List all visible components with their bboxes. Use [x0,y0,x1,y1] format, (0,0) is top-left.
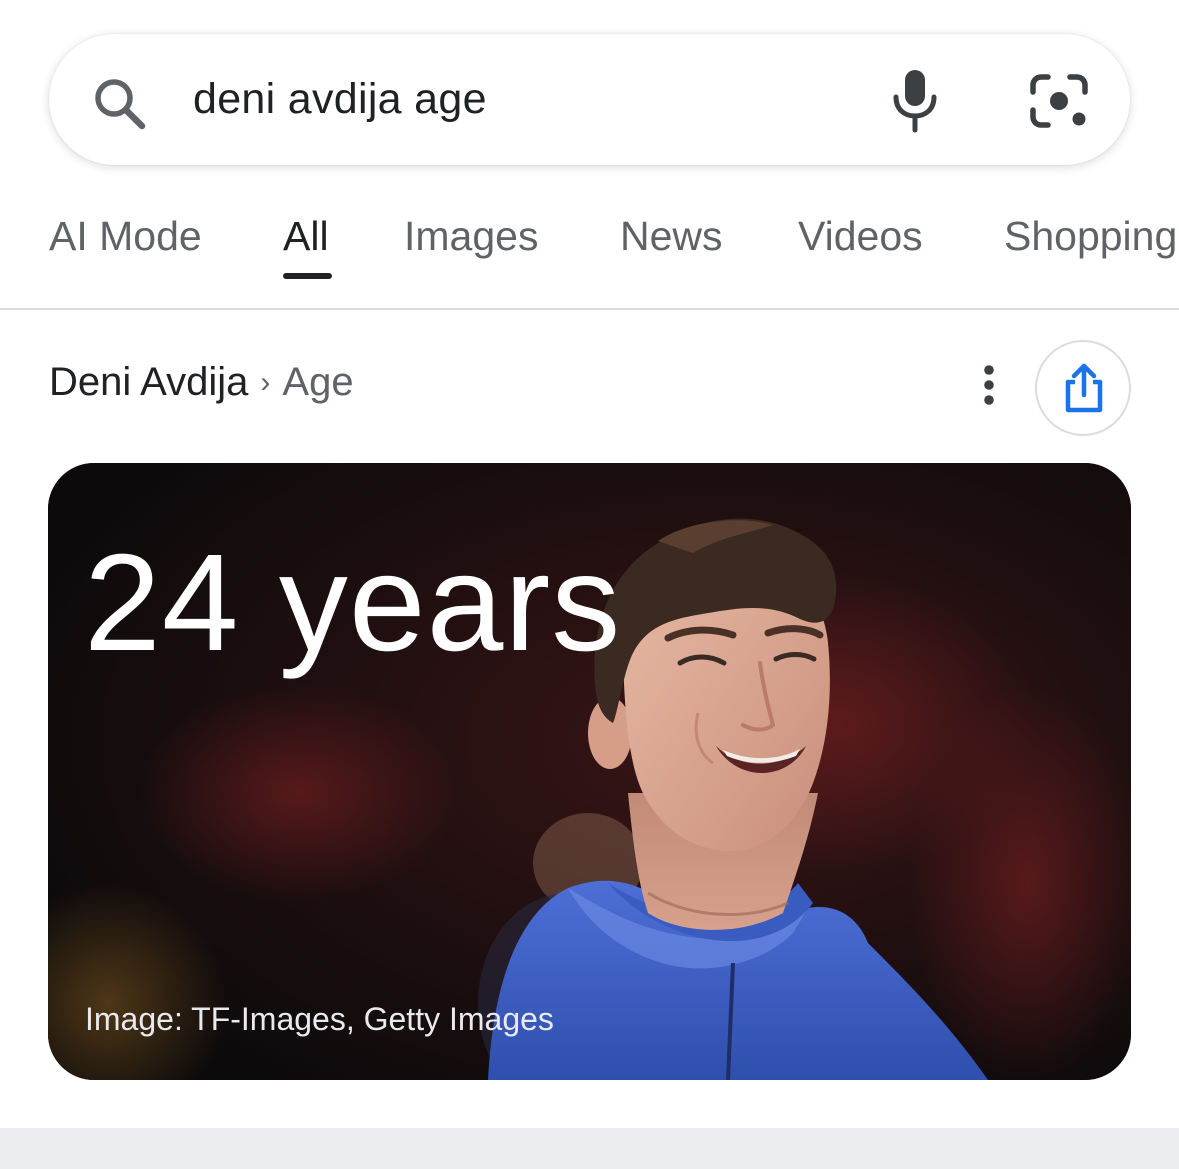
search-icon [95,79,146,130]
tab-news[interactable]: News [620,212,723,260]
tab-shopping[interactable]: Shopping [1004,212,1177,260]
tab-all[interactable]: All [283,212,329,260]
breadcrumb-entity[interactable]: Deni Avdija [49,360,248,404]
share-button[interactable] [1035,340,1131,436]
tab-images[interactable]: Images [404,212,538,260]
search-tabs: AI Mode All Images News Videos Shopping [0,196,1179,310]
share-icon [1065,363,1103,413]
active-tab-indicator [283,273,332,279]
age-value: 24 years [84,526,622,680]
breadcrumb: Deni Avdija › Age [49,356,354,412]
age-answer-card[interactable]: 24 years Image: TF-Images, Getty Images [48,463,1131,1080]
search-bar[interactable]: deni avdija age [49,34,1130,165]
tab-videos[interactable]: Videos [798,212,923,260]
microphone-icon[interactable] [889,68,941,134]
image-credit: Image: TF-Images, Getty Images [85,1001,554,1037]
vertical-dots-icon[interactable] [971,363,1007,407]
tab-ai-mode[interactable]: AI Mode [49,212,202,260]
search-input[interactable]: deni avdija age [193,71,487,127]
breadcrumb-attribute: Age [282,360,354,404]
section-divider [0,1128,1179,1169]
breadcrumb-separator: › [260,366,271,399]
camera-lens-icon[interactable] [1028,72,1090,130]
